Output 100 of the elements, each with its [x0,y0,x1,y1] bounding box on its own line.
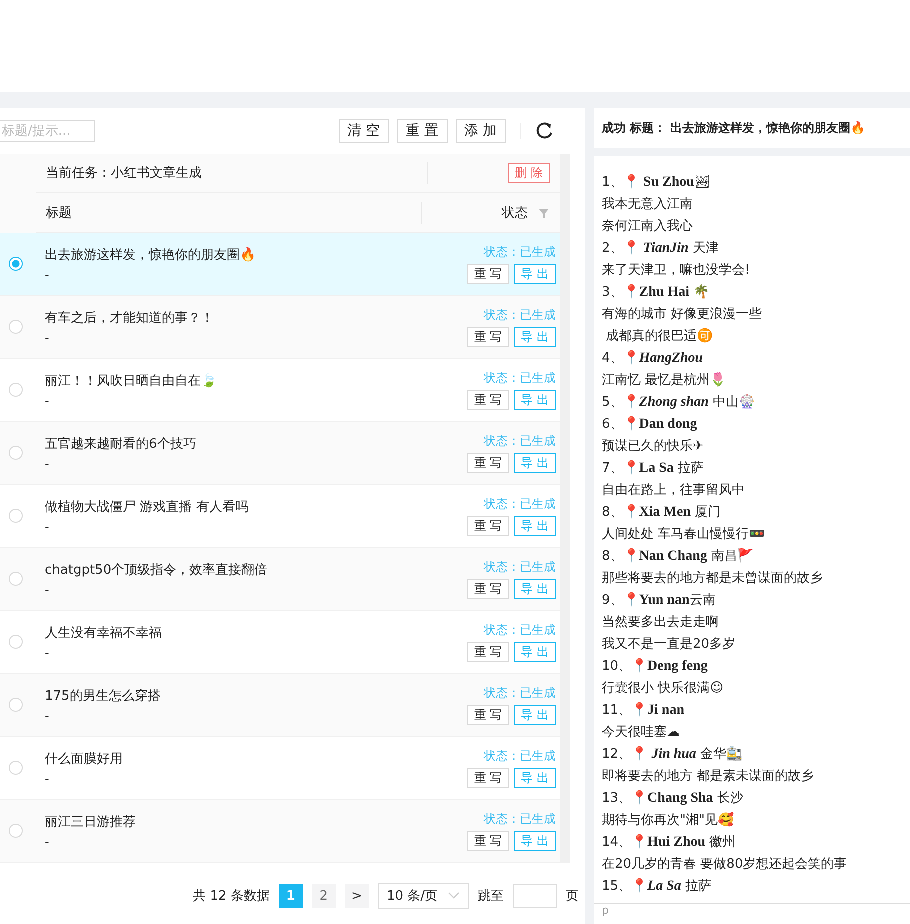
article-line: 13、📍Chang Sha 长沙 [602,790,744,808]
rewrite-button[interactable]: 重 写 [467,831,510,851]
row-title: 出去旅游这样发，惊艳你的朋友圈🔥 [45,246,257,264]
rewrite-button[interactable]: 重 写 [467,516,510,536]
rewrite-button[interactable]: 重 写 [467,642,510,662]
status-text: 状态：已生成 [484,811,556,828]
status-text: 状态：已生成 [484,748,556,765]
article-line: 我本无意入江南 [602,196,694,214]
row-subtitle: - [45,772,50,786]
radio-button[interactable] [9,572,23,586]
status-text: 状态：已生成 [484,559,556,576]
total-count: 共 12 条数据 [193,888,270,905]
article-line: 行囊很小 快乐很满☺ [602,680,725,698]
article-line: 预谋已久的快乐✈ [602,438,705,456]
toolbar-button[interactable]: 添 加 [456,119,506,143]
page-unit-label: 页 [566,888,579,905]
article-line: 14、📍Hui Zhou 徽州 [602,834,737,852]
row-subtitle: - [45,709,50,723]
article-line: 那些将要去的地方都是未曾谋面的故乡 [602,570,824,588]
article-line: 2、📍 TianJin 天津 [602,240,720,258]
row-title: 做植物大战僵尸 游戏直播 有人看吗 [45,499,250,516]
row-title: 丽江三日游推荐 [45,814,137,831]
table-row[interactable]: 出去旅游这样发，惊艳你的朋友圈🔥 - 状态：已生成 重 写 导 出 [0,233,560,296]
radio-button[interactable] [9,446,23,460]
article-line: 8、📍Xia Men 厦门 [602,504,722,522]
radio-button[interactable] [9,257,23,271]
next-page-button[interactable]: > [344,884,369,908]
radio-button[interactable] [9,320,23,334]
row-title: 有车之后，才能知道的事？！ [45,310,215,327]
article-line: 即将要去的地方 都是素未谋面的故乡 [602,768,816,786]
article-line: 15、📍La Sa 拉萨 [602,878,713,896]
rewrite-button[interactable]: 重 写 [467,768,510,788]
search-field[interactable]: 标题/提示... [0,120,95,142]
radio-button[interactable] [9,635,23,649]
radio-button[interactable] [9,824,23,838]
article-line: 人间处处 车马春山慢慢行🚥 [602,526,766,544]
row-subtitle: - [45,331,50,345]
table-row[interactable]: 人生没有幸福不幸福 - 状态：已生成 重 写 导 出 [0,611,560,674]
article-line: 9、📍Yun nan云南 [602,592,717,610]
article-line: 8、📍Nan Chang 南昌🚩 [602,548,755,566]
article-line: 来了天津卫，嘛也没学会! [602,262,752,280]
row-subtitle: - [45,646,50,660]
rewrite-button[interactable]: 重 写 [467,327,510,347]
scrollbar[interactable] [560,154,570,863]
article-line: 3、📍Zhu Hai 🌴 [602,284,711,302]
status-text: 状态：已生成 [484,622,556,639]
page-jump-field[interactable] [513,884,557,908]
article-line: 奈何江南入我心 [602,218,694,236]
article-line: 7、📍La Sa 拉萨 [602,460,706,478]
row-subtitle: - [45,268,50,282]
table-row[interactable]: 什么面膜好用 - 状态：已生成 重 写 导 出 [0,737,560,800]
filter-icon[interactable] [538,206,550,218]
row-subtitle: - [45,520,50,534]
row-title: 丽江！！风吹日晒自由自在🍃 [45,373,218,390]
rewrite-button[interactable]: 重 写 [467,705,510,725]
rewrite-button[interactable]: 重 写 [467,579,510,599]
jump-label: 跳至 [478,888,504,905]
article-line: 4、📍HangZhou [602,350,704,368]
rewrite-button[interactable]: 重 写 [467,264,510,284]
column-header: 状态 [502,204,528,222]
article-line: 今天很哇塞☁ [602,724,681,742]
status-text: 状态：已生成 [484,370,556,387]
toolbar-button[interactable]: 清 空 [338,119,390,143]
article-line: 5、📍Zhong shan 中山🎡 [602,394,756,412]
row-subtitle: - [45,835,50,849]
row-subtitle: - [45,457,50,471]
page-size-select[interactable]: 10 条/页 [378,883,469,909]
toolbar-button[interactable]: 重 置 [397,119,448,143]
article-line: 在20几岁的青春 要做80岁想还起会笑的事 [602,856,848,874]
row-title: 人生没有幸福不幸福 [45,625,163,642]
radio-button[interactable] [9,509,23,523]
row-subtitle: - [45,394,50,408]
article-line: 成都真的很巴适🉑 [605,328,714,346]
article-line: 自由在路上，往事留风中 [602,482,746,500]
table-row[interactable]: 丽江！！风吹日晒自由自在🍃 - 状态：已生成 重 写 导 出 [0,359,560,422]
article-line: 有海的城市 好像更浪漫一些 [602,306,764,324]
row-title: 五官越来越耐看的6个技巧 [45,436,198,453]
status-text: 状态：已生成 [484,307,556,324]
column-header: 标题 [46,204,73,222]
article-line: 11、📍Ji nan [602,702,686,720]
current-task-label: 当前任务：小红书文章生成 [46,165,203,182]
page-button[interactable]: 2 [312,884,336,908]
radio-button[interactable] [9,383,23,397]
row-title: 什么面膜好用 [45,751,124,768]
article-line: 12、📍 Jin hua 金华🚉 [602,746,744,764]
rewrite-button[interactable]: 重 写 [467,453,510,473]
status-text: 状态：已生成 [484,685,556,702]
table-row[interactable]: 做植物大战僵尸 游戏直播 有人看吗 - 状态：已生成 重 写 导 出 [0,485,560,548]
radio-button[interactable] [9,698,23,712]
row-subtitle: - [45,583,50,597]
radio-button[interactable] [9,761,23,775]
chevron-down-icon [448,892,460,900]
row-title: chatgpt50个顶级指令，效率直接翻倍 [45,562,269,579]
status-text: 状态：已生成 [484,433,556,450]
refresh-icon[interactable] [535,121,555,141]
row-title: 175的男生怎么穿搭 [45,688,162,705]
article-line: 当然要多出去走走啊 [602,614,720,632]
status-text: 状态：已生成 [484,244,556,261]
rewrite-button[interactable]: 重 写 [467,390,510,410]
article-line: 10、📍Deng feng [602,658,709,676]
